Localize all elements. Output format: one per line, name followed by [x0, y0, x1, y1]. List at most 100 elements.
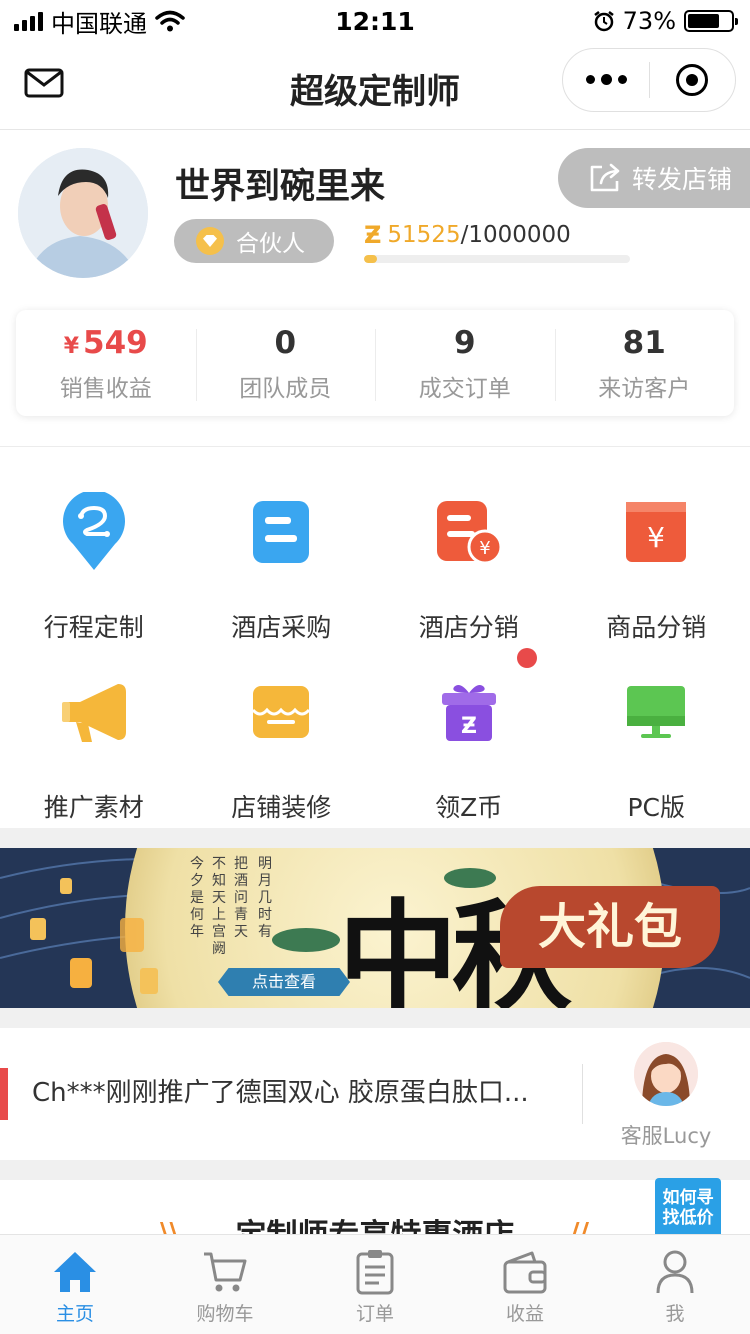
grid-item-label: 推广素材: [43, 793, 144, 822]
grid-item-label: 行程定制: [43, 613, 144, 642]
grid-item-label: 商品分销: [606, 613, 707, 642]
divider: [582, 1064, 583, 1124]
share-store-button[interactable]: 转发店铺: [558, 148, 750, 208]
stat-sales-income[interactable]: ¥549 销售收益: [16, 323, 196, 403]
grid-item-get-z-coins[interactable]: Ƶ 领Z币: [375, 648, 563, 830]
stat-value: 9: [453, 325, 476, 361]
tab-bar: 主页 购物车 订单 收益 我: [0, 1234, 750, 1334]
grid-item-hotel-distribution[interactable]: ¥ 酒店分销: [375, 470, 563, 650]
tab-label: 订单: [355, 1303, 394, 1325]
battery-icon: [684, 10, 738, 32]
poem-line: 不知天上宫阙: [212, 856, 226, 957]
points-progress-bar: [364, 255, 630, 263]
monitor-icon: [616, 672, 696, 752]
customer-service-avatar[interactable]: [634, 1042, 698, 1106]
hotel-yen-icon: ¥: [429, 492, 509, 572]
notice-text[interactable]: Ch***刚刚推广了德国双心 胶原蛋白肽口...: [32, 1072, 572, 1109]
points-readout: Ƶ 51525 /1000000: [364, 221, 571, 249]
stat-value: 81: [622, 325, 666, 361]
poem-line: 把酒问青天: [234, 856, 248, 940]
stats-card: ¥549 销售收益 0 团队成员 9 成交订单 81 来访客户: [16, 310, 734, 416]
grid-item-label: 酒店分销: [418, 613, 519, 642]
mini-program-capsule: [562, 48, 736, 112]
tab-orders[interactable]: 订单: [300, 1235, 450, 1334]
banner-subheadline: 大礼包: [500, 886, 720, 968]
grid-item-hotel-purchase[interactable]: 酒店采购: [188, 470, 376, 650]
shop-awning-icon: [241, 672, 321, 752]
promo-notice: Ch***刚刚推广了德国双心 胶原蛋白肽口... 客服Lucy: [0, 1028, 750, 1160]
cart-icon: [200, 1247, 250, 1297]
more-menu-icon[interactable]: [563, 74, 649, 85]
partner-label: 合伙人: [236, 231, 305, 257]
grid-item-goods-distribution[interactable]: ¥ 商品分销: [563, 470, 750, 650]
price-help-tag[interactable]: 如何寻找低价: [655, 1178, 721, 1238]
section-gap: [0, 1160, 750, 1180]
partner-badge: 合伙人: [174, 219, 334, 263]
wallet-icon: [500, 1247, 550, 1297]
home-icon: [50, 1247, 100, 1297]
stat-closed-orders[interactable]: 9 成交订单: [375, 323, 555, 403]
signal-icon: [14, 11, 43, 31]
tab-label: 我: [665, 1303, 685, 1325]
stat-value: 0: [274, 325, 297, 361]
person-icon: [650, 1247, 700, 1297]
poem-line: 今夕是何年: [190, 856, 204, 940]
notification-dot: [517, 648, 537, 668]
hotel-doc-icon: [241, 492, 321, 572]
points-current: 51525: [387, 222, 461, 248]
grid-item-label: 领Z币: [435, 793, 503, 822]
tab-cart[interactable]: 购物车: [150, 1235, 300, 1334]
tab-label: 购物车: [196, 1303, 254, 1325]
tab-home[interactable]: 主页: [0, 1235, 150, 1334]
stat-team-members[interactable]: 0 团队成员: [195, 323, 376, 403]
gift-z-icon: Ƶ: [429, 672, 509, 752]
tab-label: 收益: [505, 1303, 544, 1325]
grid-item-shop-decor[interactable]: 店铺装修: [188, 650, 376, 830]
wifi-icon: [155, 10, 185, 32]
stat-visitors[interactable]: 81 来访客户: [554, 323, 735, 403]
grid-item-pc-version[interactable]: PC版: [563, 650, 750, 830]
poem-line: 明月几时有: [258, 856, 272, 940]
customer-service-label[interactable]: 客服Lucy: [600, 1120, 732, 1150]
carrier-label: 中国联通: [51, 9, 147, 38]
divider: [0, 446, 750, 447]
svg-text:¥: ¥: [647, 521, 665, 554]
megaphone-icon: [54, 672, 134, 752]
close-target-icon[interactable]: [650, 64, 735, 96]
banner-view-button[interactable]: 点击查看: [218, 968, 350, 996]
yen-symbol: ¥: [63, 334, 80, 359]
stat-value: 549: [83, 325, 148, 361]
route-pin-icon: [54, 492, 134, 572]
battery-percent: 73%: [622, 7, 676, 35]
share-store-label: 转发店铺: [632, 165, 733, 194]
tab-label: 主页: [55, 1303, 94, 1325]
stat-label: 来访客户: [598, 376, 691, 402]
order-list-icon: [350, 1247, 400, 1297]
grid-item-label: 酒店采购: [231, 613, 332, 642]
grid-item-label: 店铺装修: [231, 793, 332, 822]
svg-text:¥: ¥: [479, 538, 490, 559]
stat-label: 团队成员: [239, 376, 332, 402]
stat-label: 成交订单: [418, 376, 511, 402]
svg-text:Ƶ: Ƶ: [461, 714, 477, 739]
points-total: /1000000: [460, 222, 571, 248]
yen-box-icon: ¥: [616, 492, 696, 572]
tab-me[interactable]: 我: [600, 1235, 750, 1334]
avatar[interactable]: [18, 148, 148, 278]
stat-label: 销售收益: [59, 376, 152, 402]
feature-grid: 行程定制 酒店采购 ¥ 酒店分销 ¥ 商品分销 推广素材 店铺装修 Ƶ 领Z币 …: [0, 470, 750, 830]
section-gap: [0, 1008, 750, 1028]
grid-item-promo-materials[interactable]: 推广素材: [0, 650, 188, 830]
z-coin-icon: Ƶ: [364, 221, 382, 249]
user-name: 世界到碗里来: [175, 167, 386, 207]
notice-accent-bar: [0, 1068, 8, 1120]
mid-autumn-banner[interactable]: 明月几时有 把酒问青天 不知天上宫阙 今夕是何年 中秋 大礼包 点击查看: [0, 848, 750, 1008]
alarm-icon: [593, 11, 614, 32]
tab-earnings[interactable]: 收益: [450, 1235, 600, 1334]
share-icon: [590, 163, 620, 192]
diamond-icon: [196, 227, 224, 255]
status-bar: 中国联通 12:11 73%: [0, 0, 750, 42]
grid-item-itinerary[interactable]: 行程定制: [0, 470, 188, 650]
grid-item-label: PC版: [627, 793, 686, 822]
section-gap: [0, 828, 750, 848]
